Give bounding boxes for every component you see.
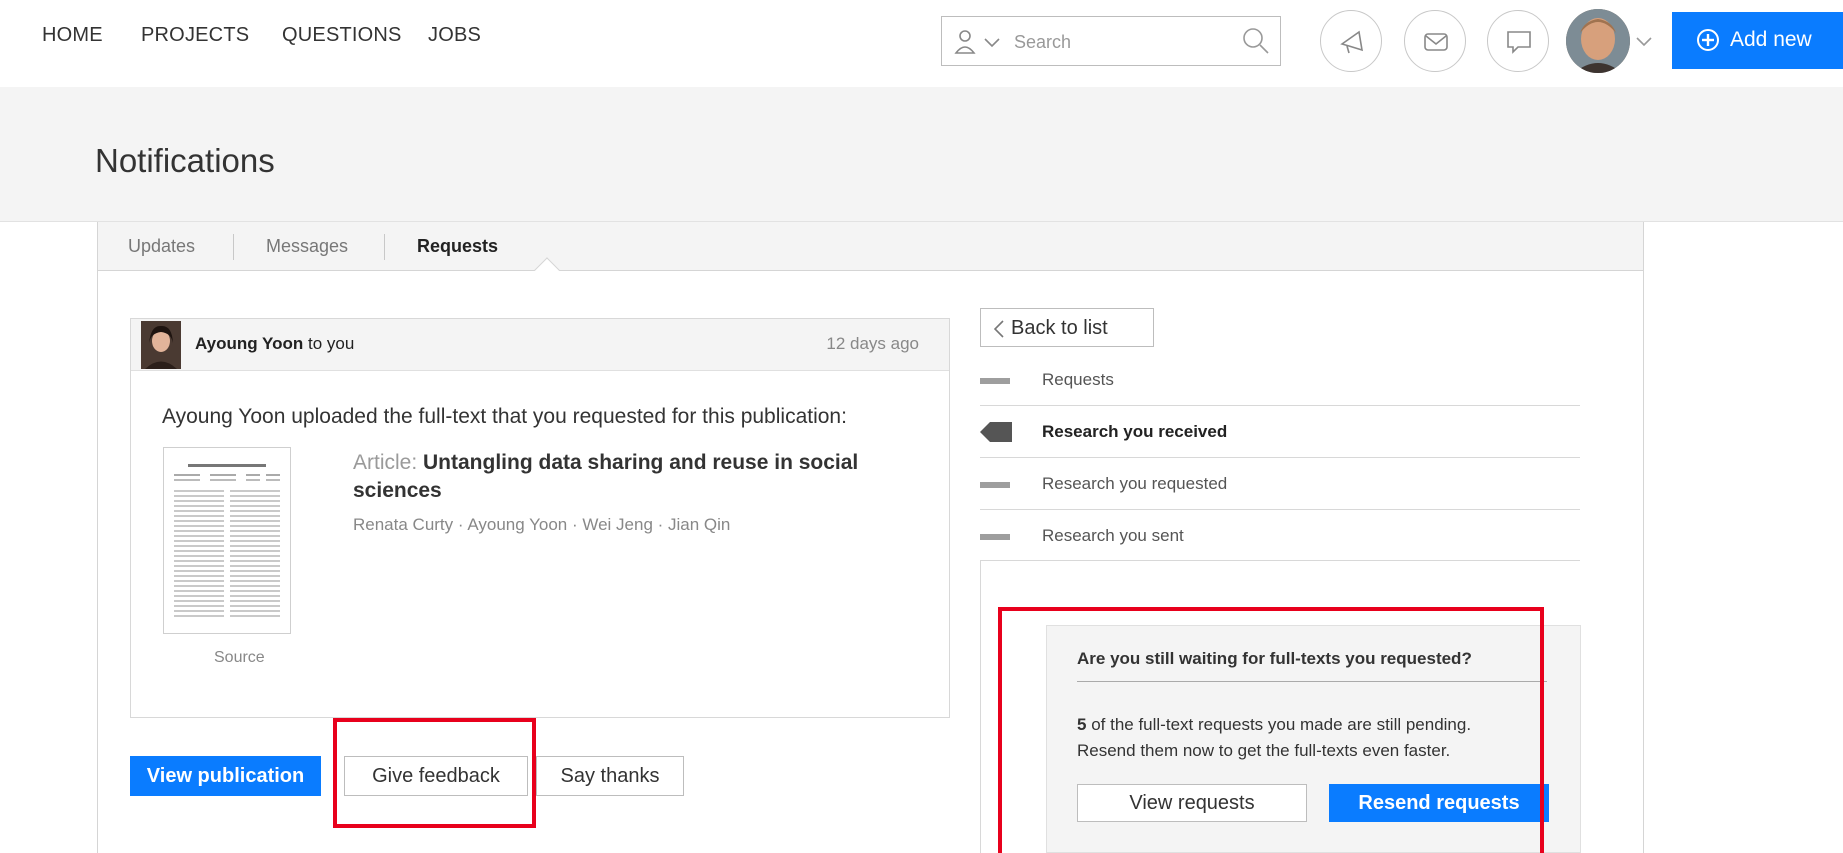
chat-button[interactable] — [1487, 10, 1549, 72]
chat-bubble-icon — [1507, 31, 1531, 54]
nav-jobs-link[interactable]: JOBS — [428, 24, 481, 47]
search-icon[interactable] — [1242, 27, 1270, 60]
source-label: Source — [214, 649, 265, 666]
person-icon[interactable] — [954, 29, 976, 60]
side-item-label: Requests — [1042, 370, 1114, 389]
envelope-icon — [1424, 33, 1448, 51]
top-navigation: HOME PROJECTS QUESTIONS JOBS Search Add … — [0, 0, 1843, 74]
chevron-left-icon — [993, 320, 1004, 344]
tab-divider — [233, 234, 234, 260]
recipient-text: to you — [303, 334, 355, 353]
item-marker — [980, 378, 1010, 384]
add-new-button[interactable]: Add new — [1672, 12, 1843, 69]
highlight-annotation — [333, 718, 536, 828]
chevron-down-icon[interactable] — [1636, 34, 1652, 52]
sender-name[interactable]: Ayoung Yoon — [195, 334, 303, 353]
publication-thumbnail[interactable] — [163, 447, 291, 634]
request-sender-line: Ayoung Yoon to you — [195, 334, 354, 354]
side-item-research-sent[interactable]: Research you sent — [980, 510, 1580, 562]
tab-divider — [384, 234, 385, 260]
page-header: Notifications — [0, 87, 1843, 222]
nav-home-link[interactable]: HOME — [42, 24, 103, 47]
request-card: Ayoung Yoon to you 12 days ago Ayoung Yo… — [130, 318, 950, 718]
side-item-research-received[interactable]: Research you received — [980, 406, 1580, 458]
view-publication-button[interactable]: View publication — [130, 756, 321, 796]
article-title-text[interactable]: Untangling data sharing and reuse in soc… — [353, 451, 858, 502]
tab-bar: Updates Messages Requests — [98, 222, 1643, 271]
nav-questions-link[interactable]: QUESTIONS — [282, 24, 402, 47]
request-message: Ayoung Yoon uploaded the full-text that … — [162, 405, 847, 428]
chevron-down-icon[interactable] — [984, 35, 1000, 53]
request-header: Ayoung Yoon to you 12 days ago — [131, 319, 949, 371]
tab-requests[interactable]: Requests — [417, 236, 498, 257]
plus-circle-icon — [1696, 28, 1720, 58]
search-input[interactable]: Search — [1014, 32, 1071, 53]
page-title: Notifications — [95, 142, 275, 179]
messages-button[interactable] — [1404, 10, 1466, 72]
back-to-list-button[interactable]: Back to list — [980, 308, 1154, 347]
side-item-label: Research you received — [1042, 422, 1228, 441]
item-marker — [980, 482, 1010, 488]
article-title[interactable]: Article: Untangling data sharing and reu… — [353, 449, 913, 505]
side-item-research-requested[interactable]: Research you requested — [980, 458, 1580, 510]
avatar[interactable] — [1566, 9, 1630, 73]
say-thanks-button[interactable]: Say thanks — [536, 756, 684, 796]
announcements-button[interactable] — [1320, 10, 1382, 72]
highlight-annotation — [998, 607, 1544, 853]
tab-messages[interactable]: Messages — [266, 236, 348, 257]
active-marker — [980, 422, 1012, 447]
article-type: Article: — [353, 451, 424, 474]
side-item-label: Research you sent — [1042, 526, 1184, 545]
article-authors[interactable]: Renata Curty · Ayoung Yoon · Wei Jeng · … — [353, 515, 730, 535]
nav-projects-link[interactable]: PROJECTS — [141, 24, 249, 47]
tab-updates[interactable]: Updates — [128, 236, 195, 257]
search-box[interactable]: Search — [941, 16, 1281, 66]
back-to-list-label: Back to list — [1011, 317, 1108, 339]
add-new-label: Add new — [1730, 28, 1812, 51]
side-item-label: Research you requested — [1042, 474, 1228, 493]
item-marker — [980, 534, 1010, 540]
timestamp: 12 days ago — [826, 334, 919, 353]
megaphone-icon — [1340, 30, 1364, 54]
sender-avatar[interactable] — [141, 321, 181, 369]
side-item-requests[interactable]: Requests — [980, 354, 1580, 406]
